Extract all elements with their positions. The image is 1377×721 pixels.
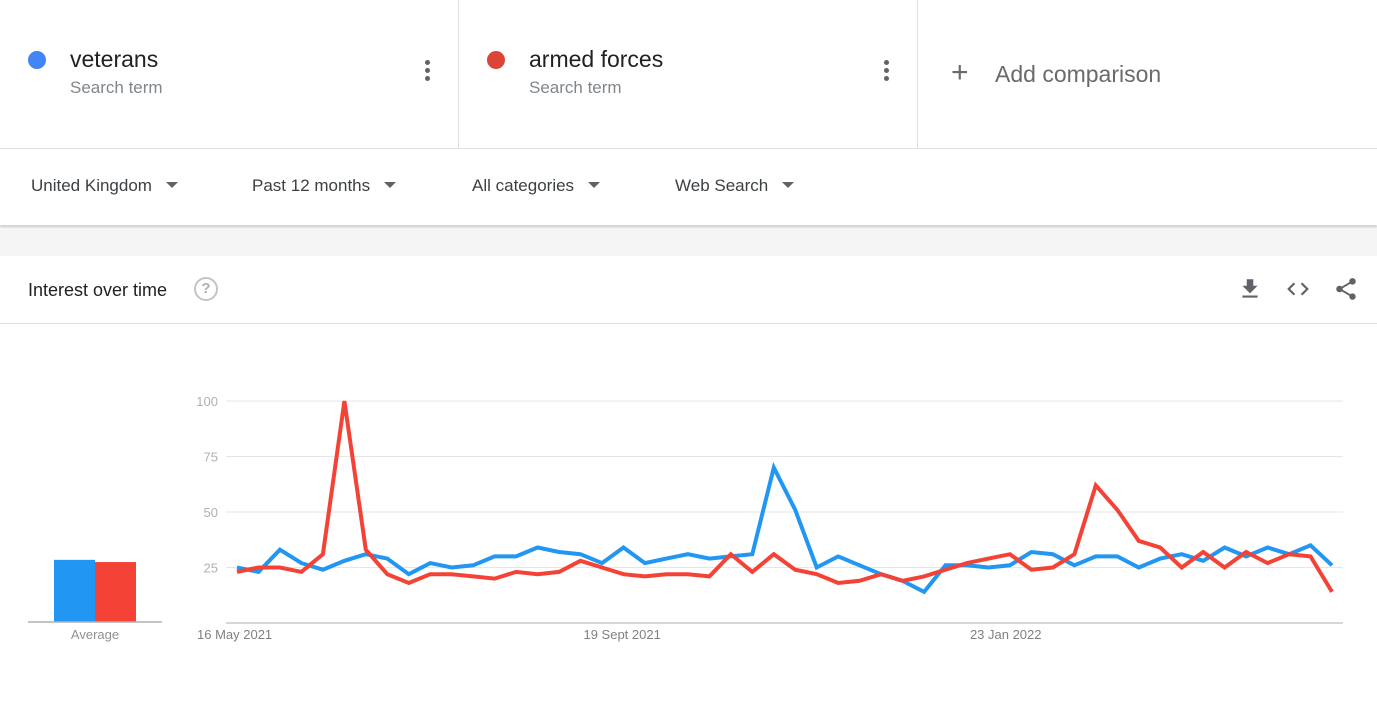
average-bar-armed-forces — [95, 562, 136, 622]
dropdown-label: United Kingdom — [31, 176, 152, 195]
chart-gridlines: 25 50 75 100 — [196, 394, 1343, 624]
dropdown-label: Web Search — [675, 176, 769, 195]
series-line-armed-forces — [236, 400, 1334, 593]
category-dropdown[interactable]: All categories — [472, 176, 601, 196]
y-tick-label: 75 — [204, 450, 218, 465]
x-tick-label: 19 Sept 2021 — [583, 627, 660, 642]
search-terms-bar: veterans Search term armed forces Search… — [0, 0, 1377, 149]
series-line-veterans — [236, 461, 1334, 595]
filter-bar: United Kingdom Past 12 months All catego… — [0, 149, 1377, 225]
term-card-veterans[interactable]: veterans Search term — [0, 0, 459, 148]
series-color-dot — [28, 51, 46, 69]
x-tick-label: 23 Jan 2022 — [970, 627, 1042, 642]
embed-code-icon[interactable] — [1285, 276, 1311, 302]
dropdown-label: Past 12 months — [252, 176, 371, 195]
region-dropdown[interactable]: United Kingdom — [31, 176, 178, 196]
time-range-dropdown[interactable]: Past 12 months — [252, 176, 397, 196]
term-type: Search term — [70, 78, 163, 97]
share-icon[interactable] — [1333, 276, 1359, 302]
term-name[interactable]: armed forces — [529, 46, 663, 73]
more-vert-icon[interactable] — [881, 60, 891, 82]
x-axis-labels: 16 May 2021 19 Sept 2021 23 Jan 2022 — [197, 627, 1042, 642]
add-comparison-label: Add comparison — [995, 61, 1162, 87]
download-icon[interactable] — [1237, 276, 1263, 302]
y-tick-label: 25 — [204, 561, 218, 576]
section-spacer — [0, 226, 1377, 256]
card-header: Interest over time ? — [0, 256, 1377, 324]
chart-lines — [236, 400, 1334, 595]
search-type-dropdown[interactable]: Web Search — [675, 176, 795, 196]
caret-down-icon — [588, 181, 601, 188]
caret-down-icon — [782, 181, 795, 188]
x-tick-label: 16 May 2021 — [197, 627, 272, 642]
term-card-armed-forces[interactable]: armed forces Search term — [459, 0, 918, 148]
series-color-dot — [487, 51, 505, 69]
term-name[interactable]: veterans — [70, 46, 158, 73]
help-icon[interactable]: ? — [194, 277, 218, 301]
y-tick-label: 100 — [196, 394, 218, 409]
card-title: Interest over time — [28, 280, 168, 300]
average-label: Average — [71, 627, 119, 642]
caret-down-icon — [384, 181, 397, 188]
term-type: Search term — [529, 78, 622, 97]
plus-icon: + — [951, 56, 969, 89]
add-comparison-button[interactable]: + Add comparison — [918, 0, 1377, 148]
average-bar-chart: Average — [28, 559, 162, 642]
dropdown-label: All categories — [472, 176, 575, 195]
y-tick-label: 50 — [204, 505, 218, 520]
average-bar-veterans — [54, 559, 95, 622]
interest-over-time-chart[interactable]: Average 25 50 75 100 16 May 2021 19 Sept 202… — [0, 323, 1377, 721]
caret-down-icon — [165, 181, 178, 188]
more-vert-icon[interactable] — [422, 60, 432, 82]
